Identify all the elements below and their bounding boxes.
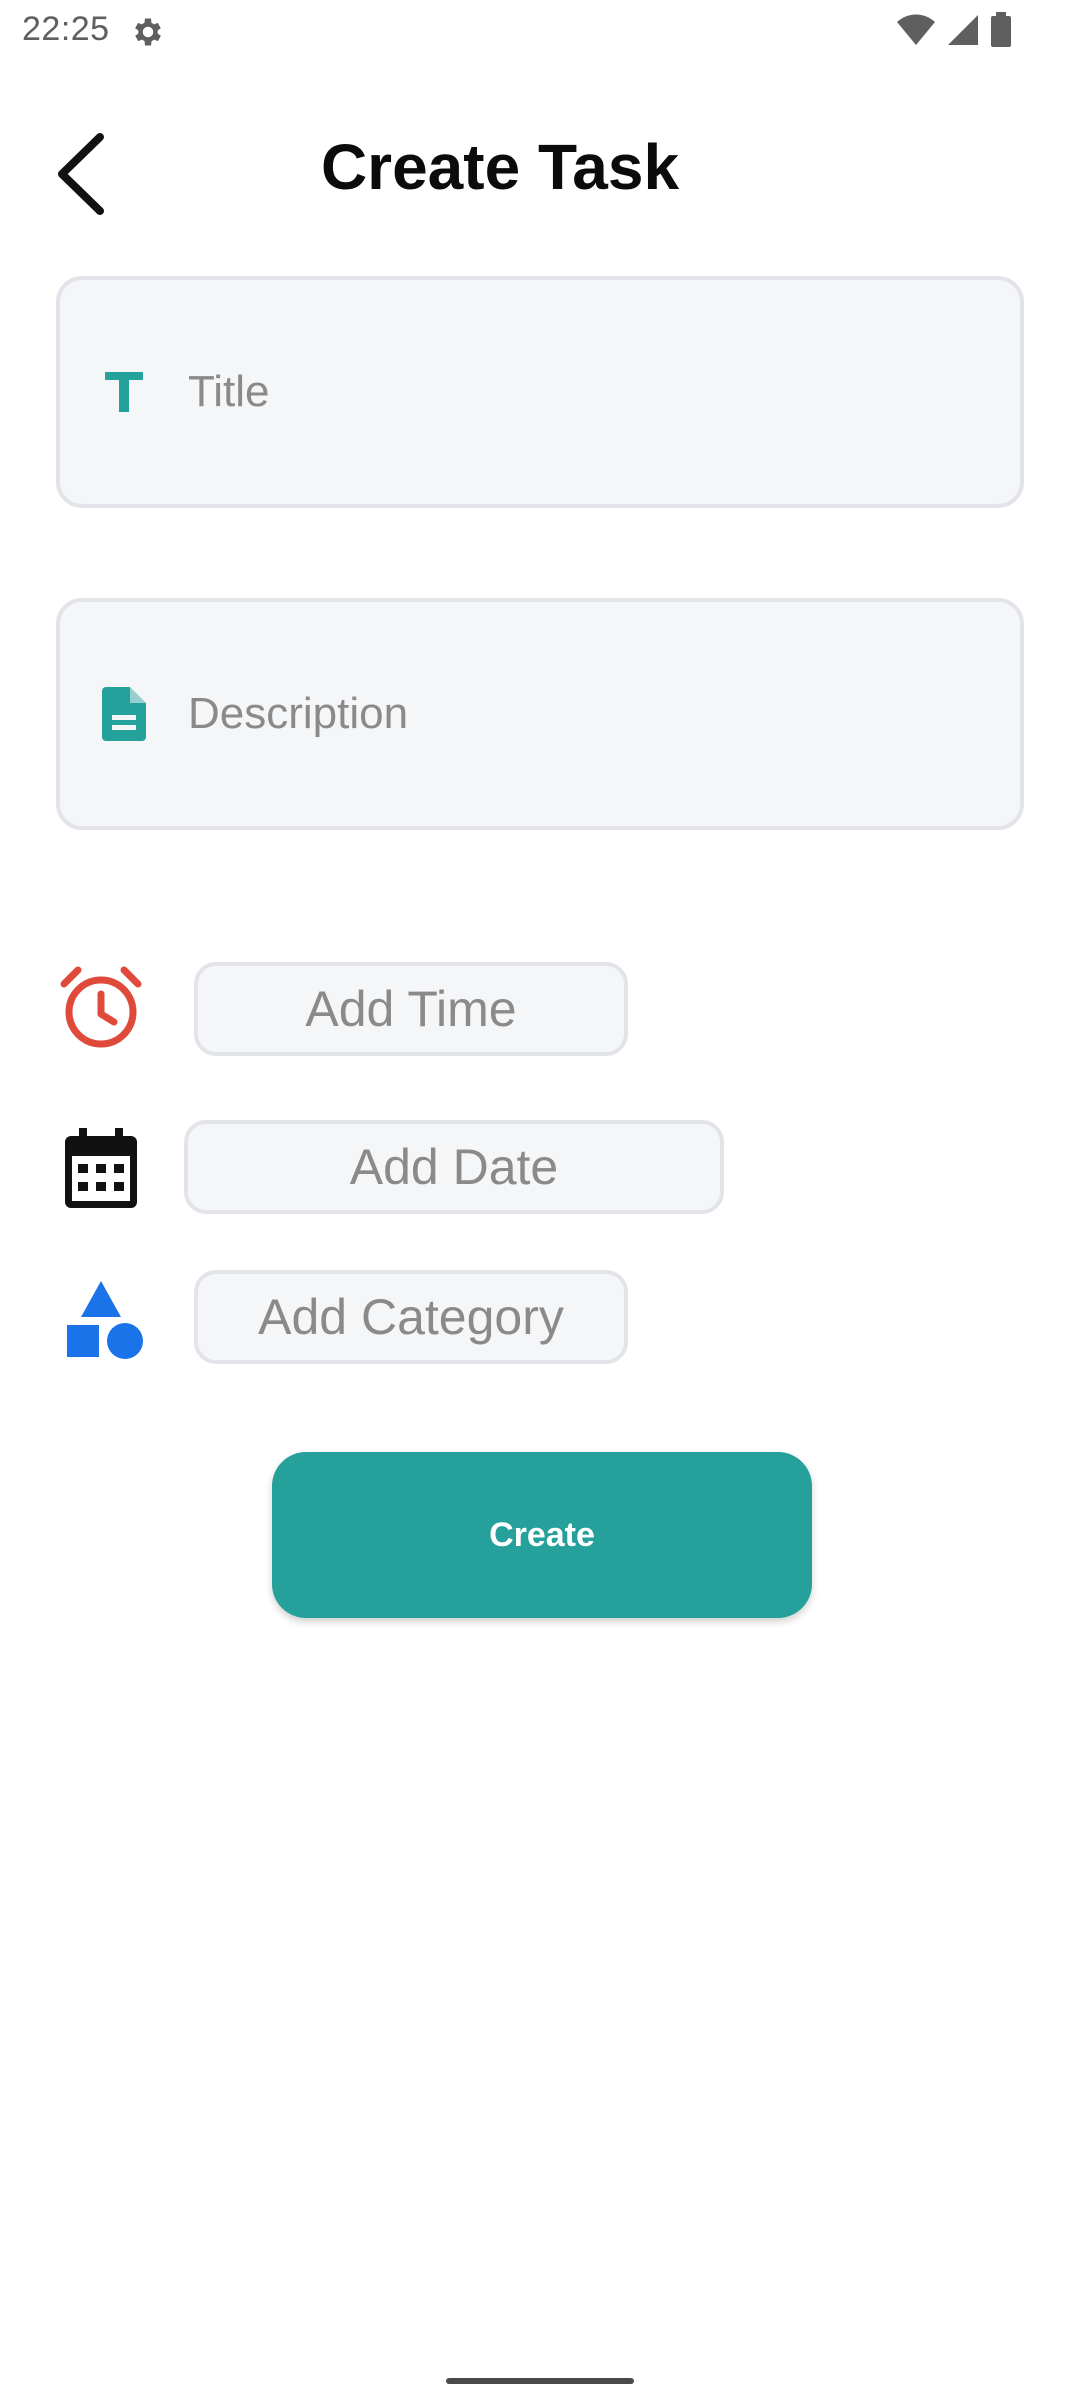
shapes-icon <box>58 1274 148 1364</box>
add-date-label: Add Date <box>349 1139 559 1195</box>
status-time: 22:25 <box>22 10 110 48</box>
add-time-button[interactable]: Add Time <box>194 962 628 1056</box>
alarm-clock-icon <box>56 962 146 1052</box>
back-button[interactable] <box>40 122 120 226</box>
add-category-button[interactable]: Add Category <box>194 1270 628 1364</box>
add-category-label: Add Category <box>258 1289 564 1345</box>
description-input[interactable] <box>186 688 950 740</box>
create-button-label: Create <box>489 1515 595 1554</box>
battery-icon <box>990 11 1012 53</box>
status-icons <box>896 11 1012 53</box>
text-t-icon <box>94 362 154 422</box>
description-field[interactable] <box>56 598 1024 830</box>
document-icon <box>94 684 154 744</box>
chevron-left-icon <box>58 133 104 215</box>
status-bar: 22:25 <box>0 0 1080 64</box>
create-button[interactable]: Create <box>272 1452 812 1618</box>
home-indicator[interactable] <box>446 2378 634 2384</box>
page-title: Create Task <box>320 131 680 203</box>
title-field[interactable] <box>56 276 1024 508</box>
gear-icon <box>130 14 166 50</box>
title-input[interactable] <box>186 366 950 418</box>
add-time-label: Add Time <box>305 981 517 1037</box>
signal-icon <box>946 13 980 52</box>
add-date-button[interactable]: Add Date <box>184 1120 724 1214</box>
calendar-icon <box>56 1124 146 1214</box>
wifi-icon <box>896 13 936 52</box>
